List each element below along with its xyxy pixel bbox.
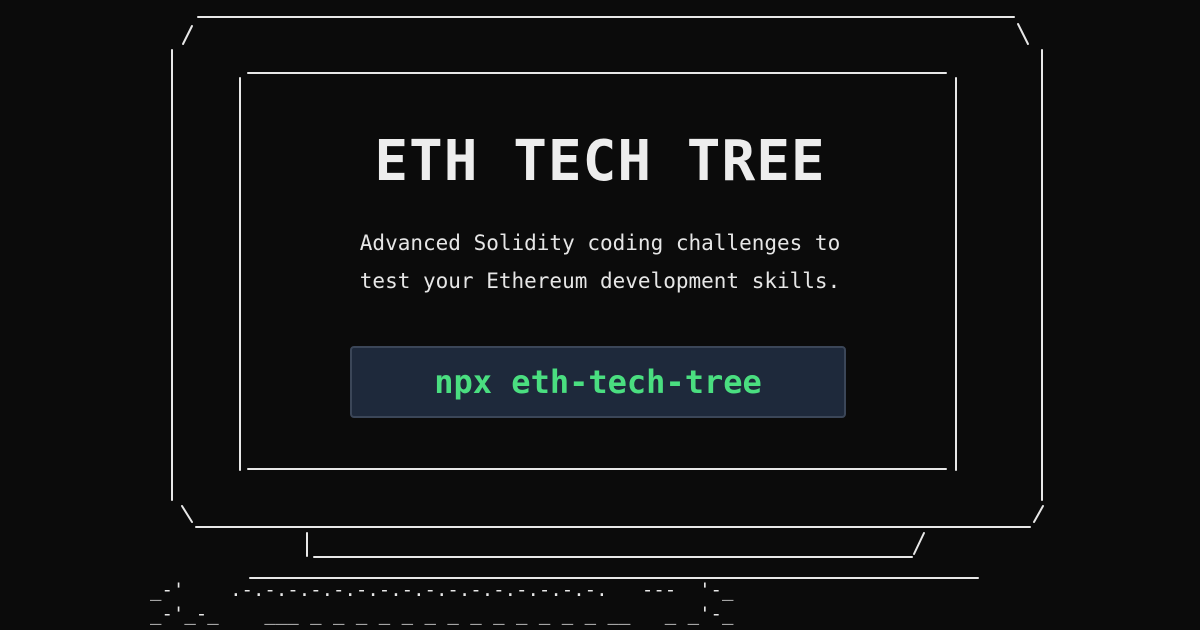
bezel-top-right-corner (1017, 23, 1029, 45)
screen-content: ETH TECH TREE Advanced Solidity coding c… (248, 78, 952, 466)
subtitle-line-2: test your Ethereum development skills. (359, 269, 841, 293)
install-command-box[interactable]: npx eth-tech-tree (350, 346, 846, 418)
bezel-top-left-corner (182, 25, 193, 45)
keyboard-row-2: _-'_-_ ___ _ _ _ _ _ _ _ _ _ _ _ _ _ __ … (150, 603, 734, 625)
ascii-keyboard: _-' .-.-.-.-.-.-.-.-.-.-.-.-.-.-.-.-. --… (150, 578, 733, 626)
page-title: ETH TECH TREE (374, 129, 826, 194)
bezel-bottom-left-corner (181, 505, 193, 523)
hinge-right (913, 532, 925, 555)
install-command-text[interactable]: npx eth-tech-tree (434, 363, 762, 401)
subtitle: Advanced Solidity coding challenges to t… (248, 224, 952, 300)
keyboard-row-1: _-' .-.-.-.-.-.-.-.-.-.-.-.-.-.-.-.-. --… (150, 579, 734, 601)
subtitle-line-1: Advanced Solidity coding challenges to (359, 231, 841, 255)
bezel-bottom-right-corner (1033, 505, 1044, 523)
